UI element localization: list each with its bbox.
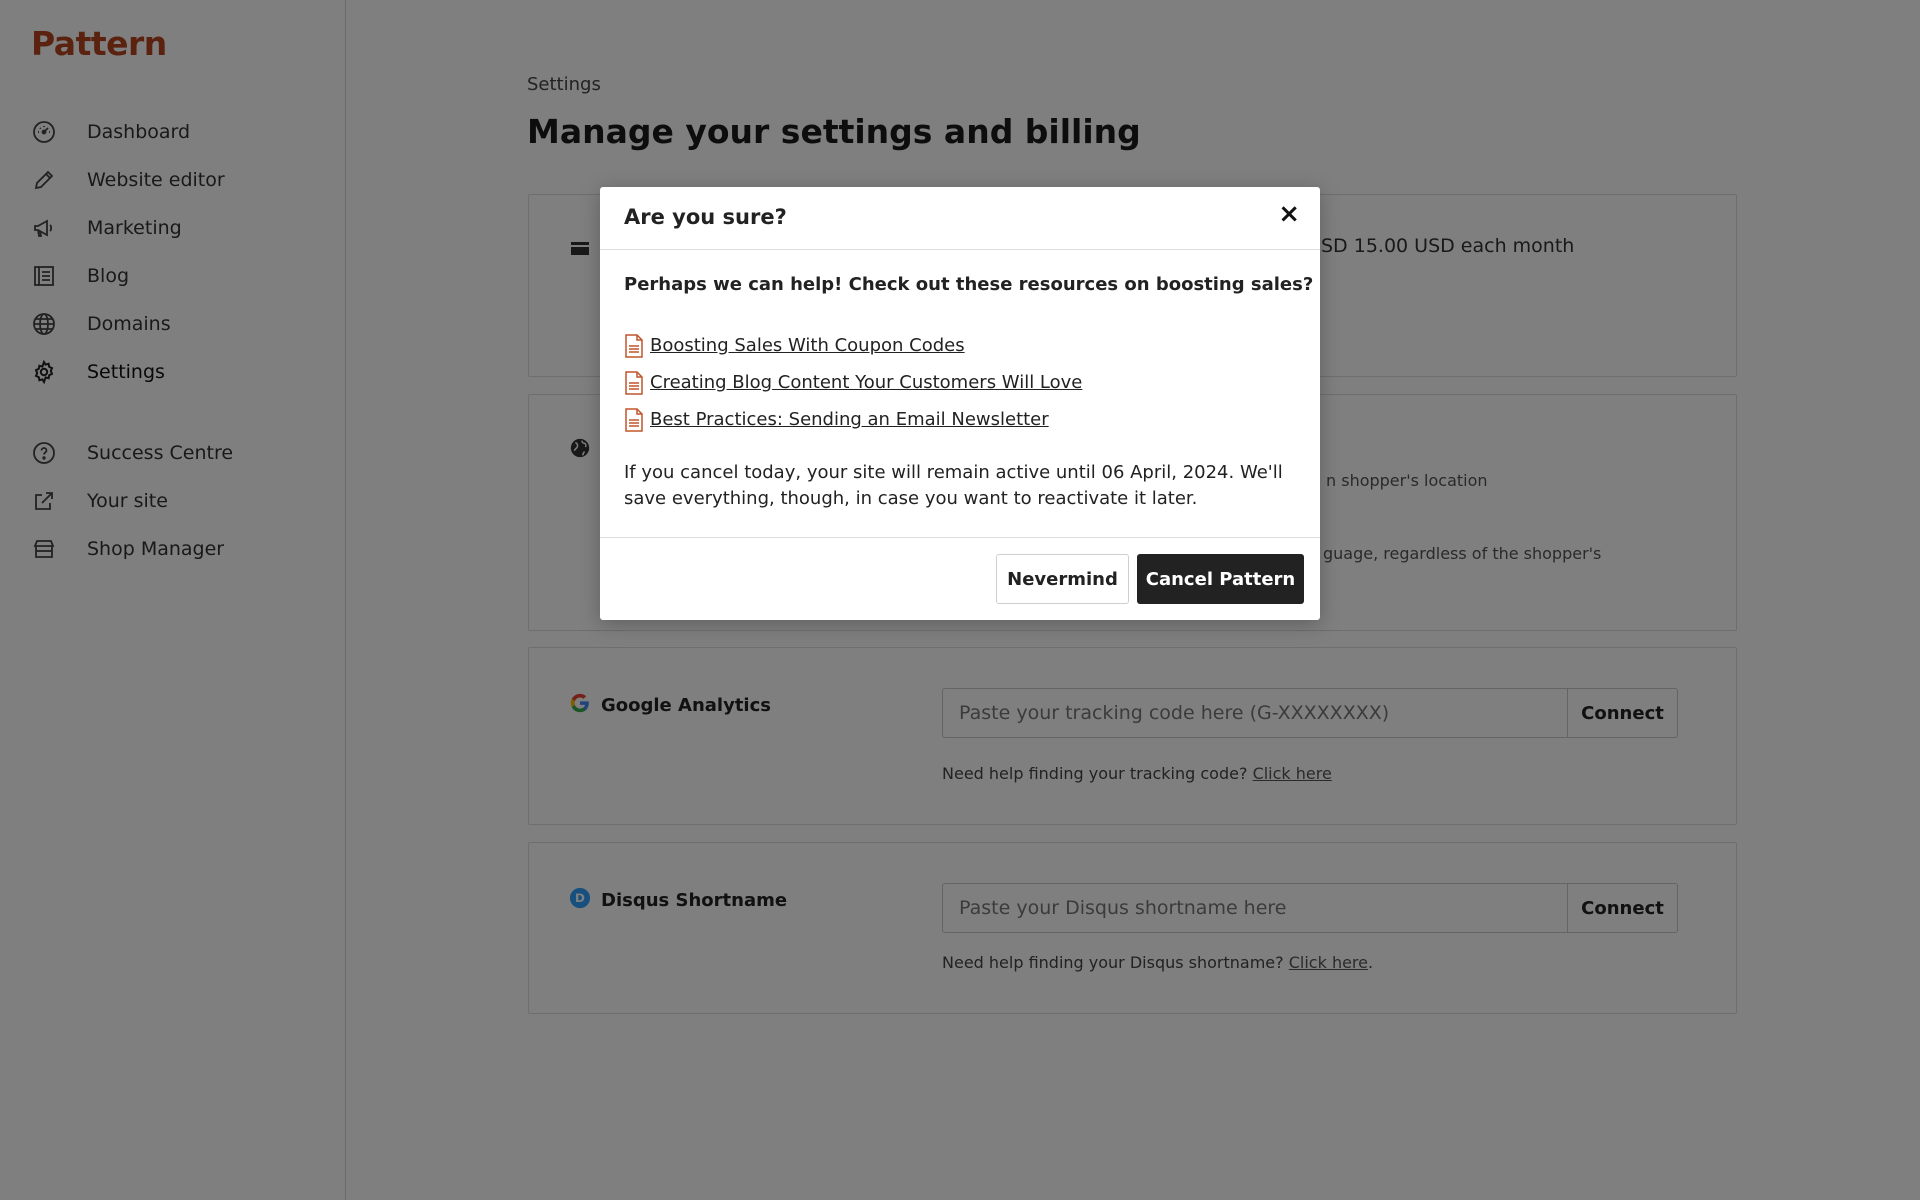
nevermind-button[interactable]: Nevermind	[996, 554, 1129, 604]
resource-link-label: Boosting Sales With Coupon Codes	[650, 335, 965, 356]
modal-header: Are you sure? ×	[600, 187, 1320, 250]
document-icon	[625, 407, 643, 432]
modal-footer: Nevermind Cancel Pattern	[600, 537, 1320, 620]
document-icon	[625, 333, 643, 358]
resource-link-email-newsletter[interactable]: Best Practices: Sending an Email Newslet…	[624, 401, 1082, 438]
resource-list: Boosting Sales With Coupon Codes Creatin…	[624, 327, 1082, 438]
resource-link-label: Best Practices: Sending an Email Newslet…	[650, 409, 1049, 430]
resource-link-blog-content[interactable]: Creating Blog Content Your Customers Wil…	[624, 364, 1082, 401]
close-icon[interactable]: ×	[1278, 201, 1300, 227]
cancel-confirmation-modal: Are you sure? × Perhaps we can help! Che…	[600, 187, 1320, 620]
cancellation-note: If you cancel today, your site will rema…	[624, 462, 1283, 509]
cancel-pattern-button[interactable]: Cancel Pattern	[1137, 554, 1304, 604]
modal-title: Are you sure?	[624, 205, 787, 229]
document-icon	[625, 370, 643, 395]
modal-lead-text: Perhaps we can help! Check out these res…	[624, 274, 1314, 295]
resource-link-label: Creating Blog Content Your Customers Wil…	[650, 372, 1083, 393]
resource-link-coupon-codes[interactable]: Boosting Sales With Coupon Codes	[624, 327, 1082, 364]
modal-body: Perhaps we can help! Check out these res…	[600, 250, 1320, 537]
